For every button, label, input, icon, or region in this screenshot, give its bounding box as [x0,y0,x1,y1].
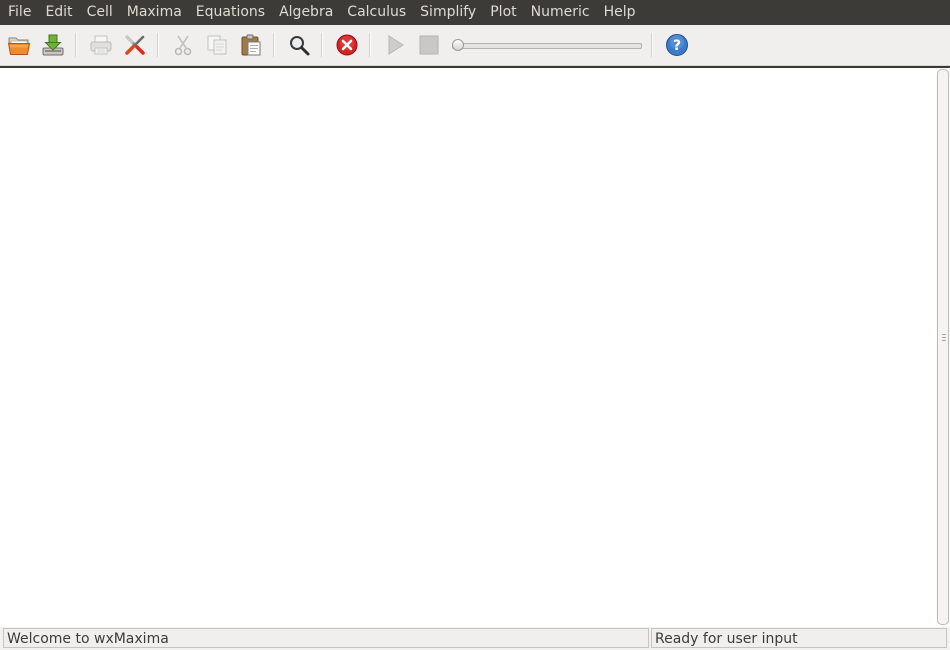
cut-icon [174,35,192,56]
status-message: Welcome to wxMaxima [3,628,649,648]
wxmaxima-window: File Edit Cell Maxima Equations Algebra … [0,0,950,650]
play-animation-button[interactable] [380,30,410,60]
menu-numeric[interactable]: Numeric [524,0,597,25]
status-bar: Welcome to wxMaxima Ready for user input [0,627,950,650]
paste-icon [241,34,261,56]
menu-simplify[interactable]: Simplify [413,0,483,25]
status-state: Ready for user input [651,628,947,648]
slider-track [452,43,642,49]
help-icon: ? [666,34,688,56]
worksheet-area[interactable] [0,66,950,627]
play-icon [388,35,404,55]
paste-button[interactable] [236,30,266,60]
save-icon [42,34,64,56]
menu-help[interactable]: Help [597,0,643,25]
menu-equations[interactable]: Equations [189,0,272,25]
print-button[interactable] [86,30,116,60]
print-icon [90,35,112,55]
preferences-icon [125,35,145,55]
interrupt-button[interactable] [332,30,362,60]
menu-algebra[interactable]: Algebra [272,0,340,25]
menu-cell[interactable]: Cell [80,0,120,25]
preferences-button[interactable] [120,30,150,60]
slider-thumb[interactable] [452,39,464,51]
copy-button[interactable] [202,30,232,60]
toolbar-separator [157,33,159,57]
toolbar-separator [321,33,323,57]
scrollbar-grip [942,340,946,341]
stop-animation-button[interactable] [414,30,444,60]
open-button[interactable] [4,30,34,60]
open-folder-icon [7,37,31,55]
svg-text:?: ? [673,38,681,54]
help-button[interactable]: ? [662,30,692,60]
toolbar-separator [273,33,275,57]
scrollbar-grip [942,334,946,335]
vertical-scrollbar[interactable] [936,68,950,627]
menu-edit[interactable]: Edit [38,0,79,25]
toolbar-separator [651,33,653,57]
stop-icon [419,35,439,55]
toolbar: ? [0,25,950,66]
menu-file[interactable]: File [0,0,38,25]
find-button[interactable] [284,30,314,60]
cut-button[interactable] [168,30,198,60]
menu-bar: File Edit Cell Maxima Equations Algebra … [0,0,950,25]
copy-icon [207,35,227,55]
scrollbar-thumb[interactable] [937,69,949,625]
find-icon [290,36,310,56]
menu-calculus[interactable]: Calculus [340,0,413,25]
interrupt-icon [336,34,358,56]
toolbar-separator [75,33,77,57]
animation-slider[interactable] [448,30,644,60]
menu-maxima[interactable]: Maxima [120,0,189,25]
menu-plot[interactable]: Plot [483,0,523,25]
save-button[interactable] [38,30,68,60]
toolbar-separator [369,33,371,57]
scrollbar-grip [942,337,946,338]
